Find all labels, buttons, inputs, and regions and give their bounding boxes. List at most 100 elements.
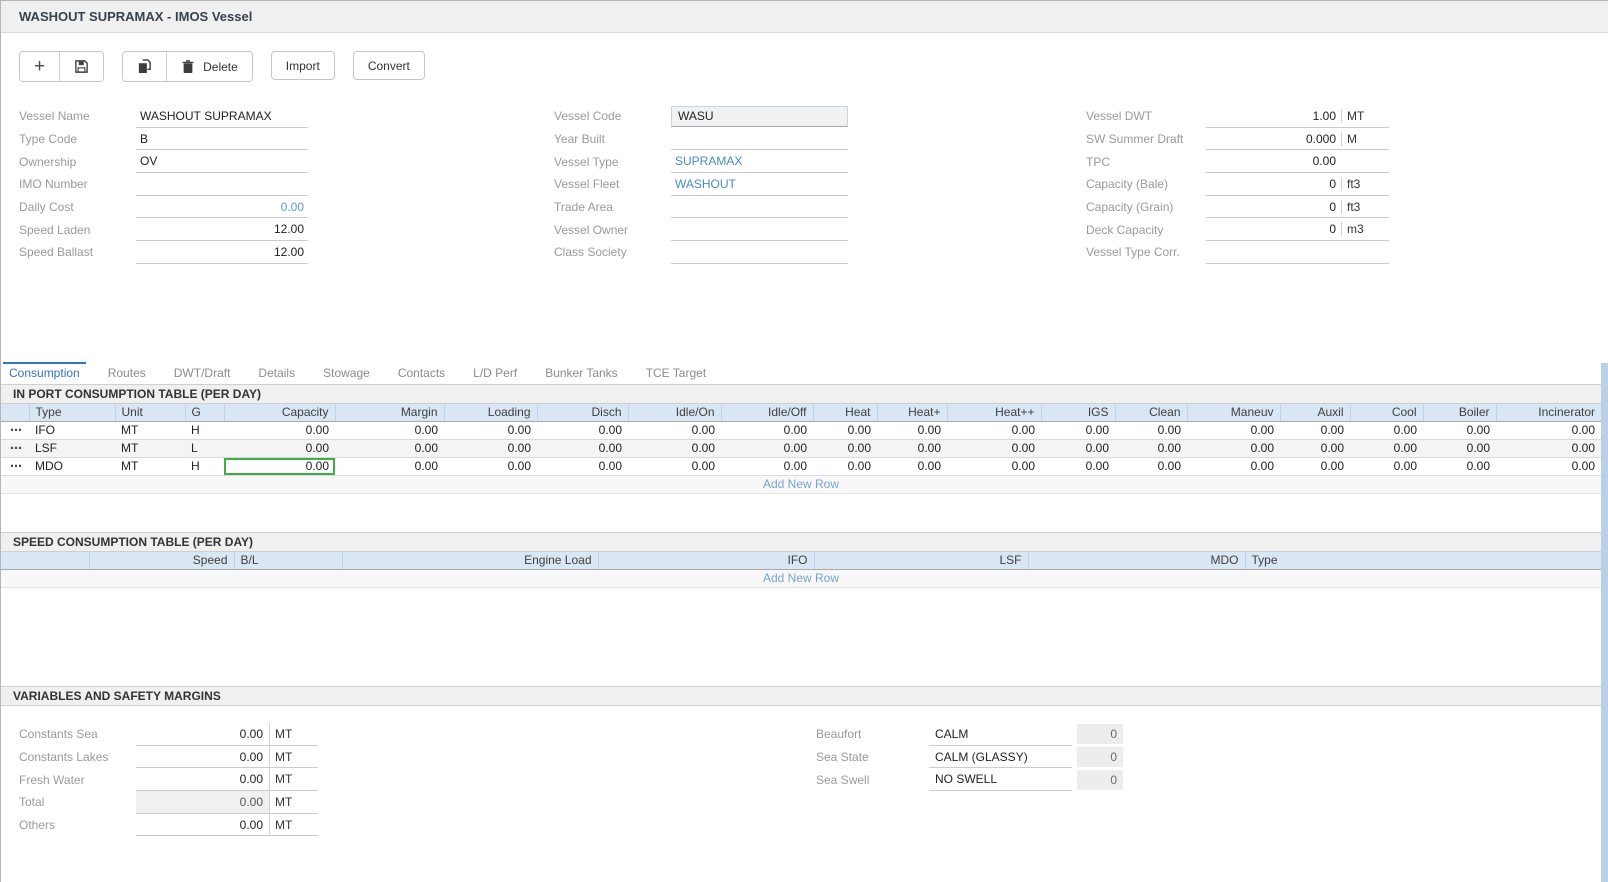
tab-dwt-draft[interactable]: DWT/Draft [168, 362, 237, 384]
grid-cell[interactable]: 0.00 [1350, 421, 1423, 439]
row-menu-icon[interactable]: ⋯ [1, 421, 29, 439]
grid-cell[interactable]: 0.00 [537, 421, 628, 439]
grid-cell[interactable]: 0.00 [721, 439, 813, 457]
grid-cell[interactable]: MDO [29, 457, 115, 475]
save-button[interactable] [60, 52, 103, 81]
tab-bunker-tanks[interactable]: Bunker Tanks [539, 362, 624, 384]
beaufort-input[interactable]: CALM [929, 723, 1072, 746]
vessel-name-input[interactable]: WASHOUT SUPRAMAX [136, 105, 308, 128]
grid-cell[interactable]: 0.00 [877, 421, 947, 439]
grid-cell[interactable]: LSF [29, 439, 115, 457]
grid-cell[interactable]: 0.00 [335, 421, 444, 439]
speed-ballast-input[interactable]: 12.00 [136, 241, 308, 264]
grid-cell[interactable]: H [185, 457, 224, 475]
trade-area-input[interactable] [671, 196, 848, 219]
sw-summer-draft-input[interactable]: 0.000 [1206, 132, 1341, 146]
constants-sea-input[interactable]: 0.00 [136, 723, 269, 745]
grid-cell[interactable]: 0.00 [224, 439, 335, 457]
grid-cell[interactable]: 0.00 [813, 421, 877, 439]
grid-cell[interactable]: MT [115, 457, 185, 475]
grid-cell[interactable]: 0.00 [444, 457, 537, 475]
grid-cell[interactable]: 0.00 [224, 421, 335, 439]
grid-cell[interactable]: 0.00 [1423, 439, 1496, 457]
grid-cell[interactable]: 0.00 [1496, 421, 1601, 439]
grid-cell[interactable]: 0.00 [1115, 457, 1187, 475]
grid-cell[interactable]: 0.00 [335, 457, 444, 475]
grid-cell[interactable]: 0.00 [1115, 421, 1187, 439]
grid-cell[interactable]: 0.00 [721, 421, 813, 439]
grid-cell[interactable]: 0.00 [947, 439, 1041, 457]
grid-cell[interactable]: 0.00 [813, 457, 877, 475]
add-button[interactable]: + [20, 52, 60, 81]
grid-cell[interactable]: 0.00 [1041, 439, 1115, 457]
grid-cell[interactable]: 0.00 [1496, 439, 1601, 457]
grid-cell[interactable]: 0.00 [1041, 457, 1115, 475]
ownership-input[interactable]: OV [136, 150, 308, 173]
copy-button[interactable] [123, 52, 167, 81]
vessel-code-input[interactable]: WASU [671, 106, 848, 127]
grid-cell[interactable]: 0.00 [444, 421, 537, 439]
tab-details[interactable]: Details [252, 362, 301, 384]
tab-consumption[interactable]: Consumption [3, 362, 86, 384]
row-menu-icon[interactable]: ⋯ [1, 457, 29, 475]
others-input[interactable]: 0.00 [136, 814, 269, 836]
tab-stowage[interactable]: Stowage [317, 362, 376, 384]
grid-cell[interactable]: 0.00 [1187, 421, 1280, 439]
speed-laden-input[interactable]: 12.00 [136, 218, 308, 241]
tab-contacts[interactable]: Contacts [392, 362, 451, 384]
vessel-fleet-input[interactable]: WASHOUT [671, 173, 848, 196]
grid-cell[interactable]: 0.00 [1350, 439, 1423, 457]
vessel-dwt-input[interactable]: 1.00 [1206, 109, 1341, 123]
grid-cell[interactable]: 0.00 [721, 457, 813, 475]
grid-cell[interactable]: 0.00 [1280, 421, 1350, 439]
grid-cell[interactable]: 0.00 [628, 421, 721, 439]
grid-cell[interactable]: 0.00 [444, 439, 537, 457]
grid-cell[interactable]: 0.00 [1187, 457, 1280, 475]
grid-cell[interactable]: 0.00 [877, 439, 947, 457]
convert-button[interactable]: Convert [353, 51, 425, 80]
grid-cell[interactable]: 0.00 [1280, 457, 1350, 475]
grid-cell[interactable]: 0.00 [877, 457, 947, 475]
sea-state-input[interactable]: CALM (GLASSY) [929, 746, 1072, 769]
tab-tce-target[interactable]: TCE Target [640, 362, 712, 384]
year-built-input[interactable] [671, 128, 848, 151]
capacity-bale-input[interactable]: 0 [1206, 177, 1341, 191]
grid-cell[interactable]: 0.00 [813, 439, 877, 457]
grid-cell[interactable]: 0.00 [947, 421, 1041, 439]
daily-cost-input[interactable]: 0.00 [136, 196, 308, 219]
vessel-type-input[interactable]: SUPRAMAX [671, 150, 848, 173]
window-titlebar[interactable]: WASHOUT SUPRAMAX - IMOS Vessel [1, 1, 1608, 33]
grid-cell[interactable]: 0.00 [537, 439, 628, 457]
grid-cell[interactable]: 0.00 [1350, 457, 1423, 475]
fresh-water-input[interactable]: 0.00 [136, 768, 269, 790]
grid-cell[interactable]: 0.00 [1423, 457, 1496, 475]
grid-cell[interactable]: L [185, 439, 224, 457]
add-new-row-link[interactable]: Add New Row [1, 476, 1601, 494]
add-new-row-link[interactable]: Add New Row [1, 570, 1601, 588]
grid-cell[interactable]: MT [115, 439, 185, 457]
grid-cell[interactable]: 0.00 [335, 439, 444, 457]
deck-capacity-input[interactable]: 0 [1206, 222, 1341, 236]
sea-swell-input[interactable]: NO SWELL [929, 768, 1072, 791]
class-society-input[interactable] [671, 241, 848, 264]
import-button[interactable]: Import [271, 51, 335, 80]
grid-cell[interactable]: 0.00 [1187, 439, 1280, 457]
grid-cell[interactable]: 0.00 [1496, 457, 1601, 475]
tpc-input[interactable]: 0.00 [1206, 154, 1341, 168]
tab-ld-perf[interactable]: L/D Perf [467, 362, 523, 384]
grid-cell[interactable]: 0.00 [1423, 421, 1496, 439]
selected-cell[interactable]: 0.00 [224, 457, 335, 475]
grid-cell[interactable]: 0.00 [1280, 439, 1350, 457]
grid-cell[interactable]: H [185, 421, 224, 439]
imo-number-input[interactable] [136, 173, 308, 196]
grid-cell[interactable]: 0.00 [1041, 421, 1115, 439]
grid-cell[interactable]: 0.00 [628, 439, 721, 457]
grid-cell[interactable]: IFO [29, 421, 115, 439]
row-menu-icon[interactable]: ⋯ [1, 439, 29, 457]
delete-button[interactable]: Delete [167, 52, 252, 81]
grid-cell[interactable]: MT [115, 421, 185, 439]
type-code-input[interactable]: B [136, 128, 308, 151]
grid-cell[interactable]: 0.00 [947, 457, 1041, 475]
capacity-grain-input[interactable]: 0 [1206, 200, 1341, 214]
tab-routes[interactable]: Routes [102, 362, 152, 384]
